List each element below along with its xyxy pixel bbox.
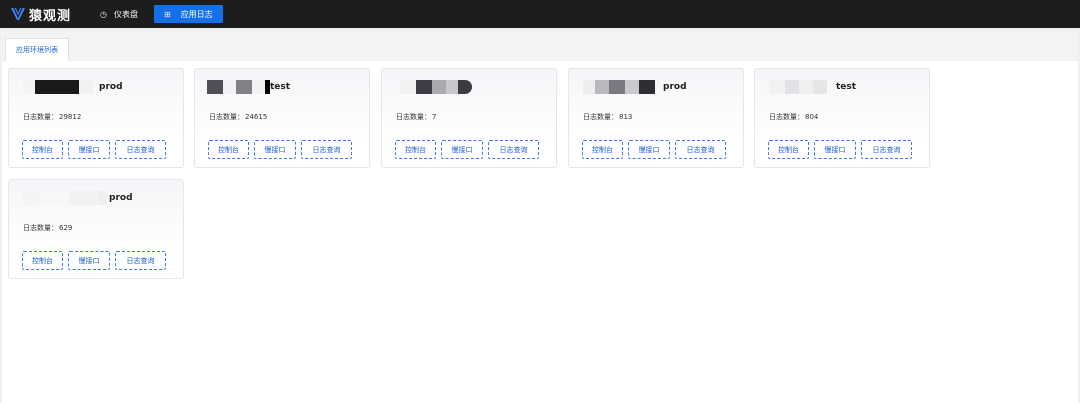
card-title: prod (583, 80, 733, 94)
redacted-block (236, 80, 252, 94)
redacted-block (23, 191, 39, 205)
console-button[interactable]: 控制台 (395, 140, 436, 159)
redacted-block (416, 80, 432, 94)
app-logo[interactable]: 猿观测 (10, 5, 84, 24)
redacted-block (432, 80, 446, 94)
log-query-button[interactable]: 日志查询 (675, 140, 726, 159)
redacted-block (813, 80, 827, 94)
redacted-block (223, 80, 236, 94)
env-name: prod (109, 193, 133, 203)
redacted-block (252, 80, 265, 94)
log-query-button[interactable]: 日志查询 (115, 251, 166, 270)
env-name: test (836, 82, 857, 92)
console-button[interactable]: 控制台 (208, 140, 249, 159)
nav-item-app-logs[interactable]: ⊞ 应用日志 (153, 5, 223, 23)
card-title (396, 80, 546, 94)
grid-icon: ⊞ (163, 9, 171, 19)
card-actions: 控制台 慢接口 日志查询 (22, 140, 171, 159)
redacted-block (785, 80, 799, 94)
env-card: test 日志数量：804 控制台 慢接口 日志查询 (754, 68, 930, 168)
log-count-value: 804 (805, 113, 819, 121)
console-button[interactable]: 控制台 (22, 140, 63, 159)
log-query-button[interactable]: 日志查询 (115, 140, 166, 159)
env-card: 日志数量：7 控制台 慢接口 日志查询 (381, 68, 557, 168)
redacted-block (39, 191, 69, 205)
redacted-block (69, 191, 99, 205)
redacted-block (23, 80, 35, 94)
env-name: prod (99, 82, 123, 92)
slow-api-button[interactable]: 慢接口 (68, 140, 110, 159)
log-count: 日志数量：813 (583, 113, 633, 121)
redacted-block (446, 80, 458, 94)
redacted-block (583, 80, 595, 94)
console-button[interactable]: 控制台 (22, 251, 63, 270)
card-actions: 控制台 慢接口 日志查询 (768, 140, 917, 159)
card-actions: 控制台 慢接口 日志查询 (395, 140, 544, 159)
log-count: 日志数量：804 (769, 113, 819, 121)
redacted-block (799, 80, 813, 94)
card-actions: 控制台 慢接口 日志查询 (582, 140, 731, 159)
log-count: 日志数量：24615 (209, 113, 268, 121)
nav-item-label: 应用日志 (180, 9, 213, 19)
slow-api-button[interactable]: 慢接口 (68, 251, 110, 270)
env-card: prod 日志数量：629 控制台 慢接口 日志查询 (8, 179, 184, 279)
env-name: test (270, 82, 291, 92)
top-navbar: 猿观测 ◷ 仪表盘 ⊞ 应用日志 (0, 0, 1080, 28)
redacted-block (639, 80, 655, 94)
redacted-block (99, 191, 107, 205)
env-card: prod 日志数量：29812 控制台 慢接口 日志查询 (8, 68, 184, 168)
nav-item-label: 仪表盘 (113, 9, 138, 19)
app-name: 猿观测 (29, 8, 72, 24)
card-title: prod (23, 80, 173, 94)
log-query-button[interactable]: 日志查询 (301, 140, 352, 159)
log-count-value: 24615 (245, 113, 268, 121)
redacted-block (35, 80, 79, 94)
card-actions: 控制台 慢接口 日志查询 (208, 140, 357, 159)
redacted-block (625, 80, 639, 94)
logo-icon (11, 7, 25, 20)
redacted-block (595, 80, 609, 94)
card-title: prod (23, 191, 173, 205)
log-count: 日志数量：7 (396, 113, 437, 121)
log-query-button[interactable]: 日志查询 (861, 140, 912, 159)
card-title: test (769, 80, 919, 94)
slow-api-button[interactable]: 慢接口 (254, 140, 296, 159)
redacted-block (400, 80, 416, 94)
tab-app-env-list[interactable]: 应用环境列表 (5, 38, 69, 61)
card-title: test (207, 80, 359, 94)
redacted-block (458, 80, 472, 94)
redacted-block (207, 80, 223, 94)
log-query-button[interactable]: 日志查询 (488, 140, 539, 159)
nav-item-dashboard[interactable]: ◷ 仪表盘 (94, 5, 144, 23)
console-button[interactable]: 控制台 (768, 140, 809, 159)
slow-api-button[interactable]: 慢接口 (628, 140, 670, 159)
log-count-value: 29812 (59, 113, 82, 121)
env-card: prod 日志数量：813 控制台 慢接口 日志查询 (568, 68, 744, 168)
log-count-value: 629 (59, 224, 73, 232)
env-name: prod (663, 82, 687, 92)
slow-api-button[interactable]: 慢接口 (814, 140, 856, 159)
log-count: 日志数量：29812 (23, 113, 82, 121)
env-card: test 日志数量：24615 控制台 慢接口 日志查询 (194, 68, 370, 168)
redacted-block (79, 80, 93, 94)
tab-bar: 应用环境列表 (2, 32, 1078, 61)
log-count: 日志数量：629 (23, 224, 73, 232)
log-count-value: 7 (432, 113, 437, 121)
gauge-icon: ◷ (100, 9, 107, 19)
redacted-block (769, 80, 785, 94)
slow-api-button[interactable]: 慢接口 (441, 140, 483, 159)
log-count-value: 813 (619, 113, 633, 121)
card-actions: 控制台 慢接口 日志查询 (22, 251, 171, 270)
console-button[interactable]: 控制台 (582, 140, 623, 159)
redacted-block (609, 80, 625, 94)
